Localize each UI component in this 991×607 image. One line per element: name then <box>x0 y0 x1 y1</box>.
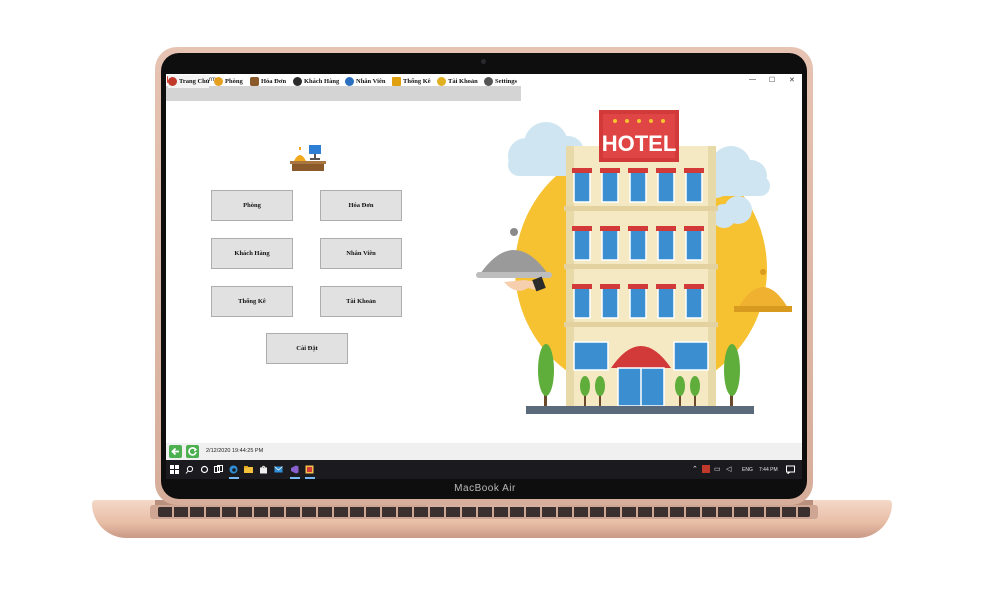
menu-item-phong[interactable]: Phòng <box>214 75 243 88</box>
network-icon[interactable]: ▭ <box>714 465 721 473</box>
clock[interactable]: 7:44 PM <box>759 467 778 473</box>
notification-icon[interactable] <box>786 465 795 474</box>
menu-item-label: Trang Chủ <box>179 78 210 85</box>
nhan-vien-button[interactable]: Nhân Viên <box>320 238 402 269</box>
volume-icon[interactable]: ◁ <box>726 465 731 473</box>
menu-item-label: Settings <box>495 78 518 85</box>
back-arrow-icon[interactable] <box>169 445 182 458</box>
hoa-don-button[interactable]: Hóa Đơn <box>320 190 402 221</box>
menu-item-label: Thống Kê <box>403 78 431 85</box>
staff-icon <box>345 77 354 86</box>
reception-desk-icon <box>290 145 326 171</box>
menu-item-label: Nhân Viên <box>356 78 386 85</box>
menu-bar-empty <box>521 86 802 101</box>
status-datetime: 2/12/2020 19:44:25 PM <box>206 448 264 454</box>
taskbar-indicator <box>305 477 315 479</box>
edge-browser-icon[interactable] <box>229 465 238 474</box>
hotel-sign: HOTEL <box>602 131 677 156</box>
menu-item-label: Phòng <box>225 78 243 85</box>
menu-item-trang-chu[interactable]: Trang Chủ <box>168 75 210 88</box>
screen: Manager_Form — ☐ ✕ Trang Chủ Phòng Hóa Đ… <box>166 74 802 479</box>
menu-item-settings[interactable]: Settings <box>484 75 517 88</box>
store-icon[interactable] <box>259 465 268 474</box>
refresh-icon[interactable] <box>186 445 199 458</box>
customer-icon <box>293 77 302 86</box>
task-view-icon[interactable] <box>214 465 223 474</box>
manager-form-app-icon[interactable] <box>305 465 314 474</box>
maximize-button[interactable]: ☐ <box>769 76 775 84</box>
tray-app-icon[interactable] <box>702 465 710 473</box>
menu-bar <box>166 86 521 101</box>
mail-icon[interactable] <box>274 465 283 474</box>
bill-icon <box>250 77 259 86</box>
menu-item-thong-ke[interactable]: Thống Kê <box>392 75 431 88</box>
file-explorer-icon[interactable] <box>244 465 253 474</box>
menu-item-hoa-don[interactable]: Hóa Đơn <box>250 75 286 88</box>
room-bell-icon <box>214 77 223 86</box>
menu-item-khach-hang[interactable]: Khách Hàng <box>293 75 339 88</box>
menu-item-tai-khoan[interactable]: Tài Khoản <box>437 75 478 88</box>
menu-item-label: Khách Hàng <box>304 78 340 85</box>
minimize-button[interactable]: — <box>749 76 756 83</box>
tai-khoan-button[interactable]: Tài Khoản <box>320 286 402 317</box>
hotel-illustration: HOTEL <box>476 110 792 414</box>
cai-dat-button[interactable]: Cài Đặt <box>266 333 348 364</box>
status-bar: 2/12/2020 19:44:25 PM <box>166 443 802 460</box>
windows-start-icon[interactable] <box>170 465 179 474</box>
taskbar-indicator <box>229 477 239 479</box>
camera-icon <box>481 59 486 64</box>
language-indicator[interactable]: ENG <box>742 467 753 473</box>
taskbar-indicator <box>290 477 300 479</box>
main-content: Phòng Hóa Đơn Khách Hàng Nhân Viên Thống… <box>166 101 802 443</box>
phong-button[interactable]: Phòng <box>211 190 293 221</box>
cortana-icon[interactable] <box>200 465 209 474</box>
laptop-brand: MacBook Air <box>454 483 516 494</box>
thong-ke-button[interactable]: Thống Kê <box>211 286 293 317</box>
laptop-keys <box>158 507 810 517</box>
visual-studio-icon[interactable] <box>290 465 299 474</box>
menu-item-label: Hóa Đơn <box>261 78 287 85</box>
search-icon[interactable] <box>185 465 194 474</box>
windows-taskbar: ⌃ ▭ ◁ ENG 7:44 PM <box>166 460 802 479</box>
settings-gear-icon <box>484 77 493 86</box>
khach-hang-button[interactable]: Khách Hàng <box>211 238 293 269</box>
home-icon <box>168 77 177 86</box>
chevron-up-icon[interactable]: ⌃ <box>692 465 698 473</box>
account-icon <box>437 77 446 86</box>
close-button[interactable]: ✕ <box>789 76 795 84</box>
menu-item-nhan-vien[interactable]: Nhân Viên <box>345 75 385 88</box>
menu-item-label: Tài Khoản <box>448 78 478 85</box>
statistics-icon <box>392 77 401 86</box>
